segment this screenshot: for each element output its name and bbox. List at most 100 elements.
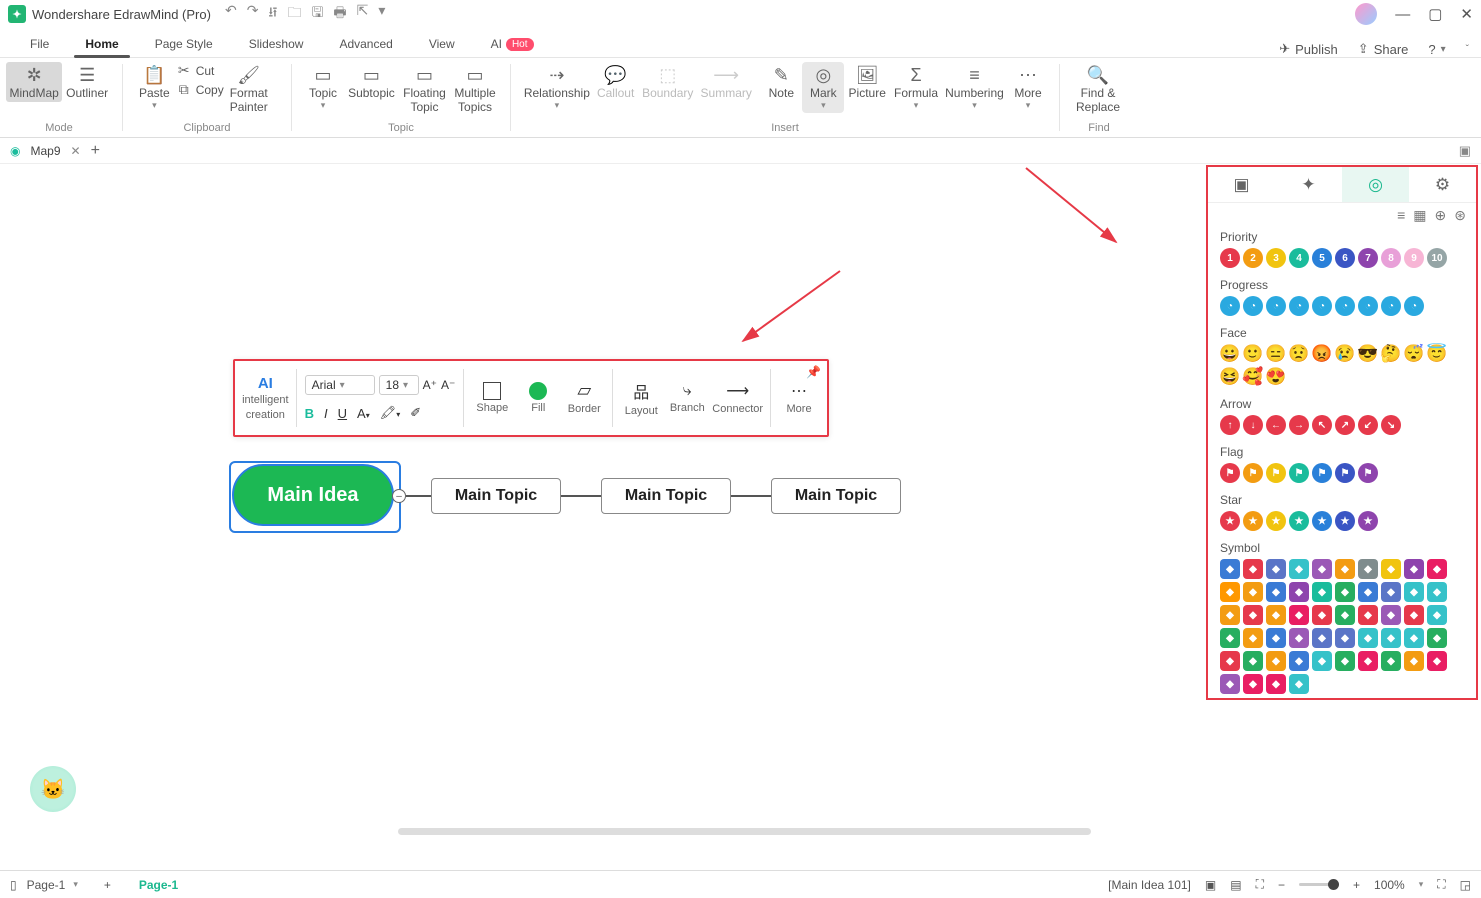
mark-chip[interactable]: ◆ bbox=[1266, 651, 1286, 671]
mark-chip[interactable]: ◆ bbox=[1335, 651, 1355, 671]
topic-node-1[interactable]: Main Topic bbox=[431, 478, 561, 514]
mark-chip[interactable]: ◔ bbox=[1358, 296, 1378, 316]
face-mark[interactable]: 😇 bbox=[1427, 344, 1447, 364]
mark-chip[interactable]: 1 bbox=[1220, 248, 1240, 268]
close-icon[interactable]: ✕ bbox=[1460, 5, 1473, 23]
mark-chip[interactable]: ◆ bbox=[1289, 605, 1309, 625]
numbering-button[interactable]: ≡Numbering▾ bbox=[942, 62, 1007, 113]
mark-chip[interactable]: ◆ bbox=[1358, 559, 1378, 579]
mark-chip[interactable]: ◔ bbox=[1220, 296, 1240, 316]
mark-chip[interactable]: ⚑ bbox=[1335, 463, 1355, 483]
mark-chip[interactable]: ◆ bbox=[1220, 605, 1240, 625]
expand-panel-icon[interactable]: ▣ bbox=[1459, 143, 1471, 159]
mark-chip[interactable]: ◆ bbox=[1312, 628, 1332, 648]
mark-chip[interactable]: 9 bbox=[1404, 248, 1424, 268]
add-mark-icon[interactable]: ⊕ bbox=[1435, 207, 1447, 224]
mark-chip[interactable]: ◆ bbox=[1243, 628, 1263, 648]
mark-chip[interactable]: ◆ bbox=[1404, 605, 1424, 625]
mark-chip[interactable]: ◆ bbox=[1289, 582, 1309, 602]
mark-chip[interactable]: ◔ bbox=[1243, 296, 1263, 316]
save-icon[interactable]: 🖫 bbox=[311, 2, 323, 26]
zoom-out-icon[interactable]: − bbox=[1278, 878, 1285, 892]
copy-button[interactable]: ⧉Copy bbox=[176, 81, 224, 98]
mark-chip[interactable]: ◆ bbox=[1427, 628, 1447, 648]
mark-chip[interactable]: ◔ bbox=[1404, 296, 1424, 316]
mark-chip[interactable]: ◆ bbox=[1243, 674, 1263, 694]
mark-chip[interactable]: ◆ bbox=[1404, 651, 1424, 671]
mark-chip[interactable]: ◆ bbox=[1220, 582, 1240, 602]
mark-chip[interactable]: ◆ bbox=[1243, 605, 1263, 625]
topic-button[interactable]: ▭Topic▾ bbox=[302, 62, 344, 113]
menu-ai[interactable]: AI Hot bbox=[473, 31, 552, 57]
mark-chip[interactable]: ◆ bbox=[1381, 559, 1401, 579]
collapse-toggle[interactable]: – bbox=[392, 489, 406, 503]
menu-view[interactable]: View bbox=[411, 31, 473, 57]
bold-button[interactable]: B bbox=[305, 406, 314, 421]
mark-chip[interactable]: ◔ bbox=[1266, 296, 1286, 316]
mark-chip[interactable]: ↙ bbox=[1358, 415, 1378, 435]
mark-chip[interactable]: ◆ bbox=[1266, 559, 1286, 579]
mark-chip[interactable]: 4 bbox=[1289, 248, 1309, 268]
paste-button[interactable]: 📋Paste▾ bbox=[133, 62, 176, 113]
mark-chip[interactable]: ◆ bbox=[1358, 582, 1378, 602]
panel-tab-4[interactable]: ⚙ bbox=[1409, 167, 1476, 202]
mark-chip[interactable]: 10 bbox=[1427, 248, 1447, 268]
face-mark[interactable]: 😍 bbox=[1266, 367, 1286, 387]
zoom-in-icon[interactable]: + bbox=[1353, 878, 1360, 892]
ai-creation-button[interactable]: AI intelligent creation bbox=[243, 365, 288, 431]
mark-chip[interactable]: ◆ bbox=[1335, 605, 1355, 625]
help-button[interactable]: ?▾ bbox=[1428, 42, 1445, 57]
add-tab-icon[interactable]: + bbox=[91, 142, 100, 160]
zoom-slider[interactable] bbox=[1299, 883, 1339, 886]
boundary-button[interactable]: ⬚Boundary bbox=[639, 62, 697, 102]
mark-chip[interactable]: ◆ bbox=[1220, 674, 1240, 694]
redo-icon[interactable]: ↷ bbox=[247, 2, 259, 26]
topic-node-3[interactable]: Main Topic bbox=[771, 478, 901, 514]
mark-chip[interactable]: ◆ bbox=[1404, 559, 1424, 579]
zoom-value[interactable]: 100% bbox=[1374, 878, 1405, 892]
export-icon[interactable]: ⇱ bbox=[357, 2, 369, 26]
mark-chip[interactable]: ⚑ bbox=[1243, 463, 1263, 483]
outliner-mode-button[interactable]: ☰Outliner bbox=[62, 62, 112, 102]
mark-chip[interactable]: ⚑ bbox=[1266, 463, 1286, 483]
mark-chip[interactable]: ★ bbox=[1266, 511, 1286, 531]
mark-chip[interactable]: 5 bbox=[1312, 248, 1332, 268]
menu-file[interactable]: File bbox=[12, 31, 67, 57]
more-insert-button[interactable]: ⋯More▾ bbox=[1007, 62, 1049, 113]
mark-chip[interactable]: 2 bbox=[1243, 248, 1263, 268]
italic-button[interactable]: I bbox=[324, 406, 328, 421]
document-tab[interactable]: Map9 bbox=[30, 144, 60, 158]
view-2-icon[interactable]: ▤ bbox=[1230, 878, 1241, 892]
fullscreen-icon[interactable]: ⛶ bbox=[1437, 877, 1445, 892]
maximize-icon[interactable]: ▢ bbox=[1428, 5, 1442, 23]
face-mark[interactable]: 😟 bbox=[1289, 344, 1309, 364]
mark-chip[interactable]: ◆ bbox=[1358, 628, 1378, 648]
mark-chip[interactable]: ◔ bbox=[1312, 296, 1332, 316]
mark-chip[interactable]: ↘ bbox=[1381, 415, 1401, 435]
publish-button[interactable]: ✈Publish bbox=[1279, 41, 1338, 57]
border-button[interactable]: ▱Border bbox=[564, 365, 604, 431]
mark-chip[interactable]: ◆ bbox=[1358, 605, 1378, 625]
mark-chip[interactable]: ◆ bbox=[1381, 582, 1401, 602]
mark-chip[interactable]: ◆ bbox=[1266, 605, 1286, 625]
mark-chip[interactable]: ← bbox=[1266, 415, 1286, 435]
branch-button[interactable]: ⤷Branch bbox=[667, 365, 707, 431]
add-page-icon[interactable]: + bbox=[104, 878, 111, 892]
mark-chip[interactable]: ★ bbox=[1243, 511, 1263, 531]
mark-chip[interactable]: ◆ bbox=[1427, 605, 1447, 625]
highlight-button[interactable]: 🖍▾ bbox=[380, 405, 401, 421]
mark-chip[interactable]: ◔ bbox=[1289, 296, 1309, 316]
page-select[interactable]: Page-1 bbox=[27, 878, 66, 892]
mark-chip[interactable]: ◆ bbox=[1220, 559, 1240, 579]
layout-button[interactable]: 品Layout bbox=[621, 365, 661, 431]
panel-tab-2[interactable]: ✦ bbox=[1275, 167, 1342, 202]
mark-chip[interactable]: ◆ bbox=[1404, 582, 1424, 602]
mark-chip[interactable]: ◆ bbox=[1427, 651, 1447, 671]
mark-chip[interactable]: ◆ bbox=[1289, 628, 1309, 648]
mark-chip[interactable]: ◆ bbox=[1427, 582, 1447, 602]
clear-format-button[interactable]: ✐ bbox=[410, 405, 421, 421]
mark-chip[interactable]: 8 bbox=[1381, 248, 1401, 268]
mark-chip[interactable]: ◆ bbox=[1220, 651, 1240, 671]
mark-chip[interactable]: ◆ bbox=[1312, 582, 1332, 602]
subtopic-button[interactable]: ▭Subtopic bbox=[344, 62, 399, 102]
